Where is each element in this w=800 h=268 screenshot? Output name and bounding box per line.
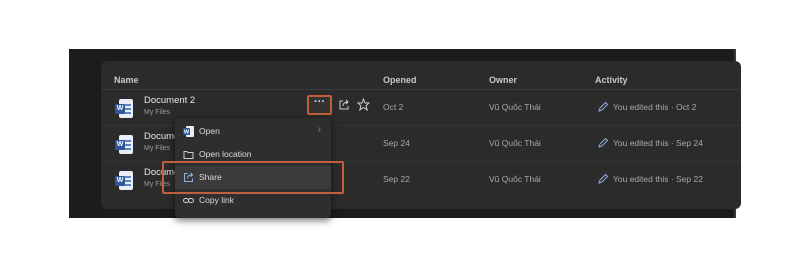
chevron-right-icon: › xyxy=(317,124,321,135)
opened-date: Sep 24 xyxy=(383,138,410,148)
word-document-icon: W xyxy=(115,99,133,118)
owner-name: Vũ Quốc Thái xyxy=(489,174,541,184)
pencil-icon xyxy=(598,137,609,148)
owner-name: Vũ Quốc Thái xyxy=(489,102,541,112)
word-icon: W xyxy=(183,126,194,137)
activity-text: You edited this · Oct 2 xyxy=(597,101,696,113)
menu-item-label: Copy link xyxy=(199,195,234,205)
menu-item-label: Open xyxy=(199,126,220,136)
row-actions: ··· xyxy=(307,95,379,115)
owner-name: Vũ Quốc Thái xyxy=(489,138,541,148)
activity-text: You edited this · Sep 24 xyxy=(597,137,703,149)
svg-text:W: W xyxy=(184,130,190,136)
header-owner[interactable]: Owner xyxy=(489,75,517,85)
document-location: My Files xyxy=(144,145,171,152)
document-name[interactable]: Document 2 xyxy=(144,95,195,106)
favorite-star-icon[interactable] xyxy=(357,98,370,111)
pencil-icon xyxy=(598,101,609,112)
more-options-button[interactable]: ··· xyxy=(307,95,332,115)
activity-text: You edited this · Sep 22 xyxy=(597,173,703,185)
opened-date: Oct 2 xyxy=(383,102,404,112)
pencil-icon xyxy=(598,173,609,184)
menu-item-label: Open location xyxy=(199,149,252,159)
header-activity[interactable]: Activity xyxy=(595,75,628,85)
document-location: My Files xyxy=(144,109,171,116)
word-document-icon: W xyxy=(115,135,133,154)
opened-date: Sep 22 xyxy=(383,174,410,184)
menu-item-open[interactable]: W Open › xyxy=(175,120,331,143)
share-highlight-box xyxy=(162,161,344,194)
header-name[interactable]: Name xyxy=(114,75,139,85)
word-document-icon: W xyxy=(115,171,133,190)
header-opened[interactable]: Opened xyxy=(383,75,417,85)
folder-icon xyxy=(183,151,194,159)
link-icon xyxy=(183,198,194,203)
share-icon[interactable] xyxy=(338,99,350,111)
